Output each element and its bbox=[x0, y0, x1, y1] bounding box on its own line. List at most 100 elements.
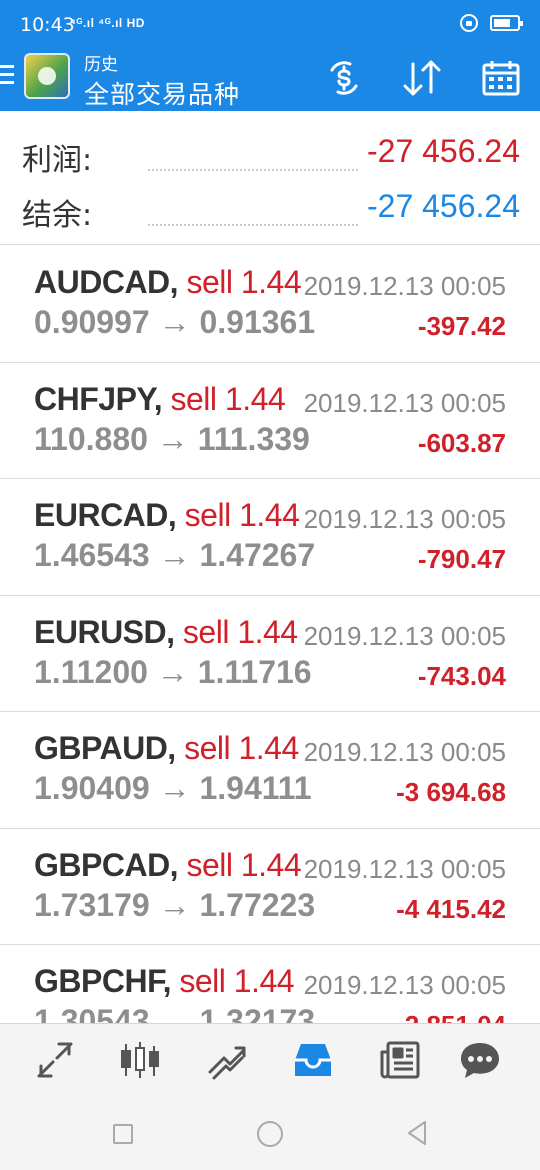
trade-symbol: CHFJPY, bbox=[34, 380, 163, 417]
sort-icon[interactable] bbox=[400, 56, 444, 100]
page-subtitle[interactable]: 历史 bbox=[84, 50, 118, 75]
trade-symbol: GBPAUD, bbox=[34, 730, 176, 766]
home-button[interactable] bbox=[257, 1121, 283, 1147]
trade-profit: -790.47 bbox=[417, 544, 506, 574]
trade-row[interactable]: GBPCAD, sell 1.44 2019.12.13 00:05 1.731… bbox=[0, 829, 540, 945]
trade-profit: -603.87 bbox=[417, 427, 506, 458]
trade-row[interactable]: EURUSD, sell 1.44 2019.12.13 00:05 1.112… bbox=[0, 596, 540, 712]
trade-symbol-line: EURCAD, sell 1.44 bbox=[34, 497, 300, 534]
trade-close-price: 1.11716 bbox=[197, 653, 312, 690]
trade-close-price: 0.91361 bbox=[199, 304, 316, 340]
trade-profit: -2 851.04 bbox=[396, 1010, 506, 1023]
trade-profit: -3 694.68 bbox=[396, 777, 506, 807]
profit-dotted-leader bbox=[148, 131, 358, 171]
arrow-icon: → bbox=[158, 770, 191, 806]
app-bar: 历史 全部交易品种 bbox=[0, 48, 540, 111]
trade-open-price: 110.880 bbox=[34, 420, 148, 457]
trade-time: 2019.12.13 00:05 bbox=[303, 970, 506, 1000]
trade-side: sell 1.44 bbox=[186, 264, 302, 300]
trade-side: sell 1.44 bbox=[184, 730, 299, 766]
trade-prices: 110.880 → 111.339 bbox=[34, 421, 310, 458]
chart-icon[interactable] bbox=[118, 1038, 162, 1082]
trade-open-price: 1.30543 bbox=[34, 1003, 150, 1023]
trade-open-price: 1.11200 bbox=[34, 653, 148, 690]
trade-symbol: EURCAD, bbox=[34, 497, 177, 533]
summary-panel: 利润: -27 456.24 结余: -27 456.24 bbox=[0, 111, 540, 245]
balance-dotted-leader bbox=[148, 186, 358, 226]
trade-symbol: GBPCAD, bbox=[34, 846, 179, 883]
trade-open-price: 1.73179 bbox=[34, 886, 150, 923]
trade-time: 2019.12.13 00:05 bbox=[303, 620, 506, 651]
trade-close-price: 1.32173 bbox=[199, 1003, 316, 1023]
trade-symbol: EURUSD, bbox=[34, 613, 175, 650]
recents-button[interactable] bbox=[113, 1124, 133, 1144]
trade-symbol-line: GBPCAD, sell 1.44 bbox=[34, 846, 302, 884]
chat-icon[interactable] bbox=[458, 1038, 502, 1082]
trade-row[interactable]: GBPCHF, sell 1.44 2019.12.13 00:05 1.305… bbox=[0, 945, 540, 1023]
trade-icon[interactable] bbox=[204, 1038, 248, 1082]
metatrader-logo[interactable] bbox=[24, 53, 70, 99]
trade-symbol-line: GBPCHF, sell 1.44 bbox=[34, 963, 295, 1000]
arrow-icon: → bbox=[158, 304, 191, 340]
trade-symbol-line: GBPAUD, sell 1.44 bbox=[34, 730, 299, 767]
calendar-icon[interactable] bbox=[479, 56, 523, 100]
trade-time: 2019.12.13 00:05 bbox=[303, 853, 506, 884]
trade-time: 2019.12.13 00:05 bbox=[303, 387, 506, 418]
trade-close-price: 111.339 bbox=[197, 420, 310, 457]
trade-symbol-line: EURUSD, sell 1.44 bbox=[34, 614, 298, 651]
rotation-lock-icon bbox=[460, 14, 478, 32]
trade-prices: 1.73179 → 1.77223 bbox=[34, 887, 315, 924]
trade-close-price: 1.77223 bbox=[199, 886, 316, 923]
arrow-icon: → bbox=[158, 1003, 191, 1023]
bottom-tab-bar bbox=[0, 1023, 540, 1095]
status-time: 10:43 bbox=[20, 14, 75, 36]
trade-side: sell 1.44 bbox=[182, 613, 298, 650]
trade-prices: 0.90997 → 0.91361 bbox=[34, 304, 315, 341]
trade-row[interactable]: AUDCAD, sell 1.44 2019.12.13 00:05 0.909… bbox=[0, 246, 540, 363]
trade-profit: -743.04 bbox=[417, 660, 506, 691]
trade-row[interactable]: GBPAUD, sell 1.44 2019.12.13 00:05 1.904… bbox=[0, 712, 540, 829]
hamburger-icon[interactable] bbox=[0, 65, 14, 87]
history-icon[interactable] bbox=[291, 1038, 335, 1082]
top-bar: 10:43 ⁴ᴳ.ıl ⁴ᴳ.ıl HD 历史 全部交易品种 bbox=[0, 0, 540, 111]
trade-open-price: 0.90997 bbox=[34, 304, 150, 340]
trade-symbol-line: AUDCAD, sell 1.44 bbox=[34, 264, 302, 301]
arrow-icon: → bbox=[156, 420, 189, 457]
trade-side: sell 1.44 bbox=[179, 963, 295, 999]
trade-row[interactable]: EURCAD, sell 1.44 2019.12.13 00:05 1.465… bbox=[0, 479, 540, 596]
trade-time: 2019.12.13 00:05 bbox=[303, 504, 506, 534]
arrow-icon: → bbox=[158, 537, 191, 573]
trade-row[interactable]: CHFJPY, sell 1.44 2019.12.13 00:05 110.8… bbox=[0, 363, 540, 479]
currency-exchange-icon[interactable] bbox=[322, 56, 366, 100]
balance-value: -27 456.24 bbox=[366, 188, 520, 224]
arrow-icon: → bbox=[156, 653, 189, 690]
trade-time: 2019.12.13 00:05 bbox=[303, 737, 506, 767]
profit-value: -27 456.24 bbox=[366, 133, 520, 169]
arrow-icon: → bbox=[158, 886, 191, 923]
balance-row: 结余: -27 456.24 bbox=[22, 186, 520, 233]
page-title[interactable]: 全部交易品种 bbox=[84, 75, 240, 111]
news-icon[interactable] bbox=[378, 1038, 422, 1082]
trade-close-price: 1.94111 bbox=[199, 770, 312, 806]
trade-time: 2019.12.13 00:05 bbox=[303, 271, 506, 301]
profit-label: 利润: bbox=[22, 143, 93, 178]
trade-close-price: 1.47267 bbox=[199, 537, 316, 573]
trade-open-price: 1.90409 bbox=[34, 770, 150, 806]
trade-side: sell 1.44 bbox=[186, 846, 302, 883]
trade-prices: 1.46543 → 1.47267 bbox=[34, 537, 315, 574]
quotes-icon[interactable] bbox=[33, 1038, 77, 1082]
trade-prices: 1.11200 → 1.11716 bbox=[34, 654, 312, 691]
trade-profit: -4 415.42 bbox=[396, 893, 506, 924]
trade-symbol-line: CHFJPY, sell 1.44 bbox=[34, 380, 286, 418]
back-button[interactable] bbox=[405, 1119, 429, 1147]
trade-symbol: GBPCHF, bbox=[34, 963, 171, 999]
balance-label: 结余: bbox=[22, 198, 93, 233]
system-nav-bar bbox=[0, 1095, 540, 1170]
profit-row: 利润: -27 456.24 bbox=[22, 131, 520, 178]
trade-prices: 1.30543 → 1.32173 bbox=[34, 1003, 315, 1023]
trade-side: sell 1.44 bbox=[170, 380, 286, 417]
battery-icon bbox=[490, 15, 523, 31]
trade-side: sell 1.44 bbox=[184, 497, 300, 533]
network-indicator: ⁴ᴳ.ıl ⁴ᴳ.ıl HD bbox=[70, 16, 145, 30]
trade-history-list[interactable]: AUDCAD, sell 1.44 2019.12.13 00:05 0.909… bbox=[0, 246, 540, 1023]
